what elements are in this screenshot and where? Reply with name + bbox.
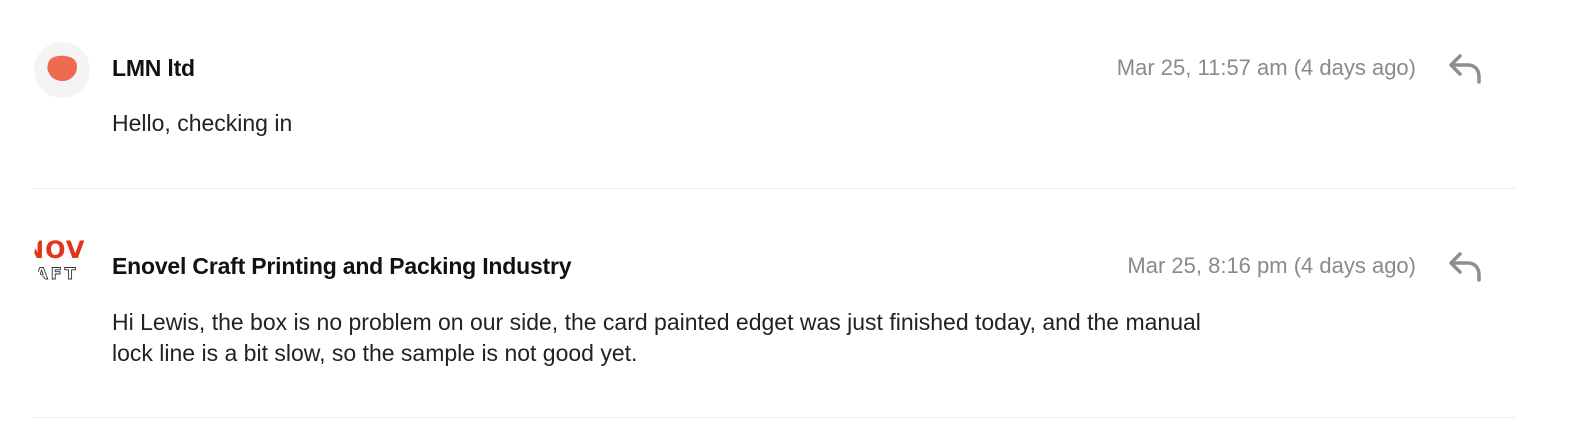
- reply-button[interactable]: [1446, 48, 1486, 88]
- message-timestamp: Mar 25, 11:57 am (4 days ago): [1116, 55, 1416, 80]
- reply-button[interactable]: [1446, 246, 1486, 286]
- svg-text:NOV: NOV: [34, 236, 85, 264]
- message-timestamp: Mar 25, 8:16 pm (4 days ago): [1127, 253, 1416, 278]
- message-item: NOV RAFT Enovel Craft Printing and Packi…: [32, 189, 1516, 418]
- reply-arrow-icon: [1449, 252, 1481, 282]
- sender-name: LMN ltd: [112, 55, 195, 81]
- message-body: Hello, checking in: [112, 110, 293, 136]
- message-item: LMN ltd Mar 25, 11:57 am (4 days ago) He…: [32, 0, 1516, 189]
- sender-name: Enovel Craft Printing and Packing Indust…: [112, 253, 572, 279]
- message-body: Hi Lewis, the box is no problem on our s…: [112, 309, 1201, 366]
- orange-blob-logo-icon: [47, 55, 77, 81]
- sender-avatar: [34, 42, 90, 98]
- reply-arrow-icon: [1449, 54, 1481, 84]
- sender-avatar: NOV RAFT: [34, 229, 90, 285]
- enovel-craft-logo-icon: NOV RAFT: [34, 236, 85, 283]
- message-thread: LMN ltd Mar 25, 11:57 am (4 days ago) He…: [0, 0, 1572, 438]
- svg-text:RAFT: RAFT: [34, 264, 79, 283]
